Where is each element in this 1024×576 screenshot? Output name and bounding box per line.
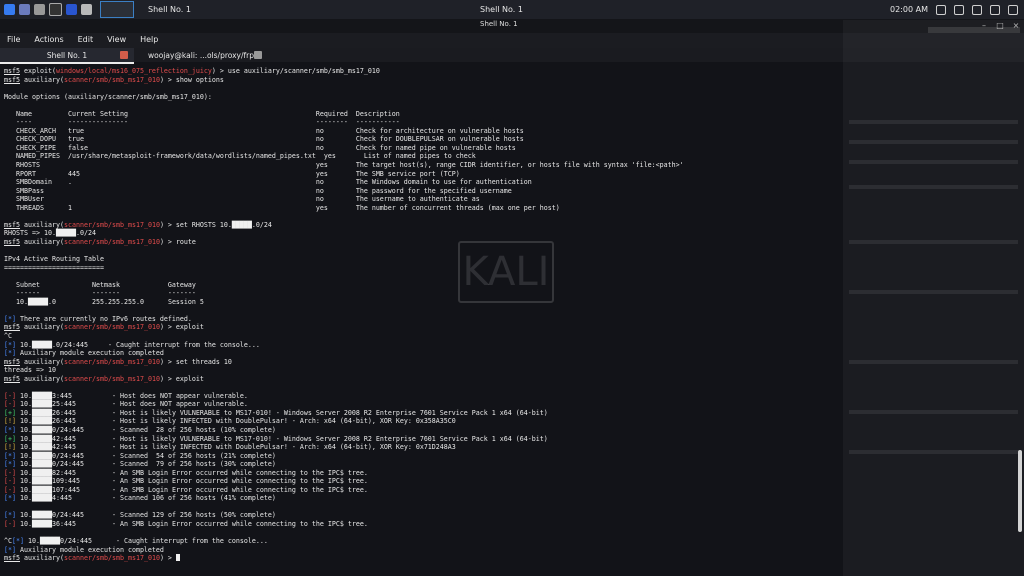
menu-actions[interactable]: Actions	[27, 33, 70, 48]
terminal-line: [*] 10.█████4:445 - Scanned 106 of 256 h…	[4, 494, 276, 503]
conky-header	[928, 27, 1020, 33]
launcher-group	[0, 3, 92, 16]
terminal-line: [-] 10.█████36:445 - An SMB Login Error …	[4, 519, 368, 528]
terminal-line: ------ ------- -------	[4, 289, 196, 298]
terminal-title: Shell No. 1	[480, 20, 518, 28]
terminal-line: 10.█████.0 255.255.255.0 Session 5	[4, 297, 204, 306]
terminal-line: [*] 10.█████0/24:445 - Scanned 79 of 256…	[4, 460, 276, 469]
taskbar-active-window[interactable]	[100, 1, 134, 18]
terminal-line: msf5 auxiliary(scanner/smb/smb_ms17_010)…	[4, 220, 272, 229]
terminal-line: msf5 exploit(windows/local/ms16_075_refl…	[4, 67, 380, 75]
audio-icon[interactable]	[954, 4, 964, 15]
terminal-line: IPv4 Active Routing Table	[4, 255, 104, 264]
display-icon[interactable]	[936, 4, 946, 15]
terminal-line: Subnet Netmask Gateway	[4, 280, 196, 289]
terminal-line: SMBUser no The username to authenticate …	[4, 195, 480, 204]
terminal-output[interactable]: msf5 exploit(windows/local/ms16_075_refl…	[0, 63, 990, 576]
terminal-line: [-] 10.█████25:445 - Host does NOT appea…	[4, 400, 248, 409]
terminal-line: [*] 10.█████0/24:445 - Scanned 28 of 256…	[4, 425, 276, 434]
terminal-line: Name Current Setting Required Descriptio…	[4, 109, 400, 118]
terminal-line: [!] 10.█████42:445 - Host is likely INFE…	[4, 443, 456, 452]
power-icon[interactable]	[1008, 4, 1018, 15]
terminal-line: RHOSTS => 10.█████.0/24	[4, 229, 96, 238]
terminal-line: msf5 auxiliary(scanner/smb/smb_ms17_010)…	[4, 323, 204, 332]
menu-file[interactable]: File	[0, 33, 27, 48]
terminal-cursor	[175, 554, 180, 562]
notification-icon[interactable]	[972, 4, 982, 15]
menu-help[interactable]: Help	[133, 33, 165, 48]
terminal-line: Module options (auxiliary/scanner/smb/sm…	[4, 92, 212, 101]
terminal-line: [*] 10.█████0/24:445 - Scanned 54 of 256…	[4, 451, 276, 460]
terminal-line: SMBDomain . no The Windows domain to use…	[4, 178, 532, 187]
terminal-line: msf5 auxiliary(scanner/smb/smb_ms17_010)…	[4, 357, 232, 366]
menu-edit[interactable]: Edit	[71, 33, 101, 48]
terminal-line: [*] Auxiliary module execution completed	[4, 545, 164, 554]
terminal-line: [*] 10.█████.0/24:445 - Caught interrupt…	[4, 340, 260, 349]
tab-label: Shell No. 1	[46, 50, 88, 60]
lock-icon[interactable]	[990, 4, 1000, 15]
taskbar-shell-window[interactable]: Shell No. 1	[142, 2, 197, 17]
terminal-scrollbar[interactable]	[1018, 450, 1022, 532]
tab-frp[interactable]: woojay@kali: ...ols/proxy/frp	[134, 48, 268, 62]
terminal-line: ^C	[4, 331, 12, 340]
terminal-icon[interactable]	[49, 3, 62, 16]
tab-label: woojay@kali: ...ols/proxy/frp	[148, 50, 254, 60]
terminal-line: ---- --------------- -------- ----------…	[4, 118, 400, 127]
menu-view[interactable]: View	[100, 33, 133, 48]
close-tab-icon[interactable]	[120, 51, 128, 59]
terminal-line: [*] Auxiliary module execution completed	[4, 349, 164, 358]
close-tab-icon[interactable]	[254, 51, 262, 59]
terminal-line: RHOSTS yes The target host(s), range CID…	[4, 161, 684, 170]
window-title: Shell No. 1	[480, 5, 523, 14]
terminal-line: [+] 10.█████42:445 - Host is likely VULN…	[4, 434, 548, 443]
terminal-line: RPORT 445 yes The SMB service port (TCP)	[4, 169, 460, 178]
terminal-line: ^C[*] 10.█████0/24:445 - Caught interrup…	[4, 537, 268, 546]
terminal-line: NAMED_PIPES /usr/share/metasploit-framew…	[4, 152, 476, 161]
terminal-line: threads => 10	[4, 366, 56, 375]
terminal-line: [-] 10.█████82:445 - An SMB Login Error …	[4, 468, 368, 477]
terminal-line: [*] 10.█████0/24:445 - Scanned 129 of 25…	[4, 511, 276, 520]
terminal-line: [*] There are currently no IPv6 routes d…	[4, 314, 192, 323]
top-panel: Shell No. 1 Shell No. 1 02:00 AM	[0, 0, 1024, 19]
kali-menu-icon[interactable]	[4, 4, 15, 15]
terminal-line: msf5 auxiliary(scanner/smb/smb_ms17_010)…	[4, 374, 204, 383]
clock: 02:00 AM	[890, 5, 928, 14]
settings-icon[interactable]	[81, 4, 92, 15]
terminal-line: msf5 auxiliary(scanner/smb/smb_ms17_010)…	[4, 237, 196, 246]
system-tray: 02:00 AM	[890, 0, 1018, 19]
terminal-line: SMBPass no The password for the specifie…	[4, 186, 512, 195]
browser-icon[interactable]	[66, 4, 77, 15]
terminal-line: THREADS 1 yes The number of concurrent t…	[4, 203, 560, 212]
desktop-icon[interactable]	[19, 4, 30, 15]
tab-shell-no-1[interactable]: Shell No. 1	[0, 48, 134, 64]
terminal-line: =========================	[4, 263, 104, 272]
terminal-line: CHECK_DOPU true no Check for DOUBLEPULSA…	[4, 135, 524, 144]
terminal-line: msf5 auxiliary(scanner/smb/smb_ms17_010)…	[4, 75, 224, 84]
terminal-line: [-] 10.█████109:445 - An SMB Login Error…	[4, 477, 368, 486]
terminal-line: msf5 auxiliary(scanner/smb/smb_ms17_010)…	[4, 554, 986, 563]
files-icon[interactable]	[34, 4, 45, 15]
terminal-line: CHECK_PIPE false no Check for named pipe…	[4, 143, 516, 152]
terminal-line: [!] 10.█████26:445 - Host is likely INFE…	[4, 417, 456, 426]
terminal-line: CHECK_ARCH true no Check for architectur…	[4, 126, 524, 135]
